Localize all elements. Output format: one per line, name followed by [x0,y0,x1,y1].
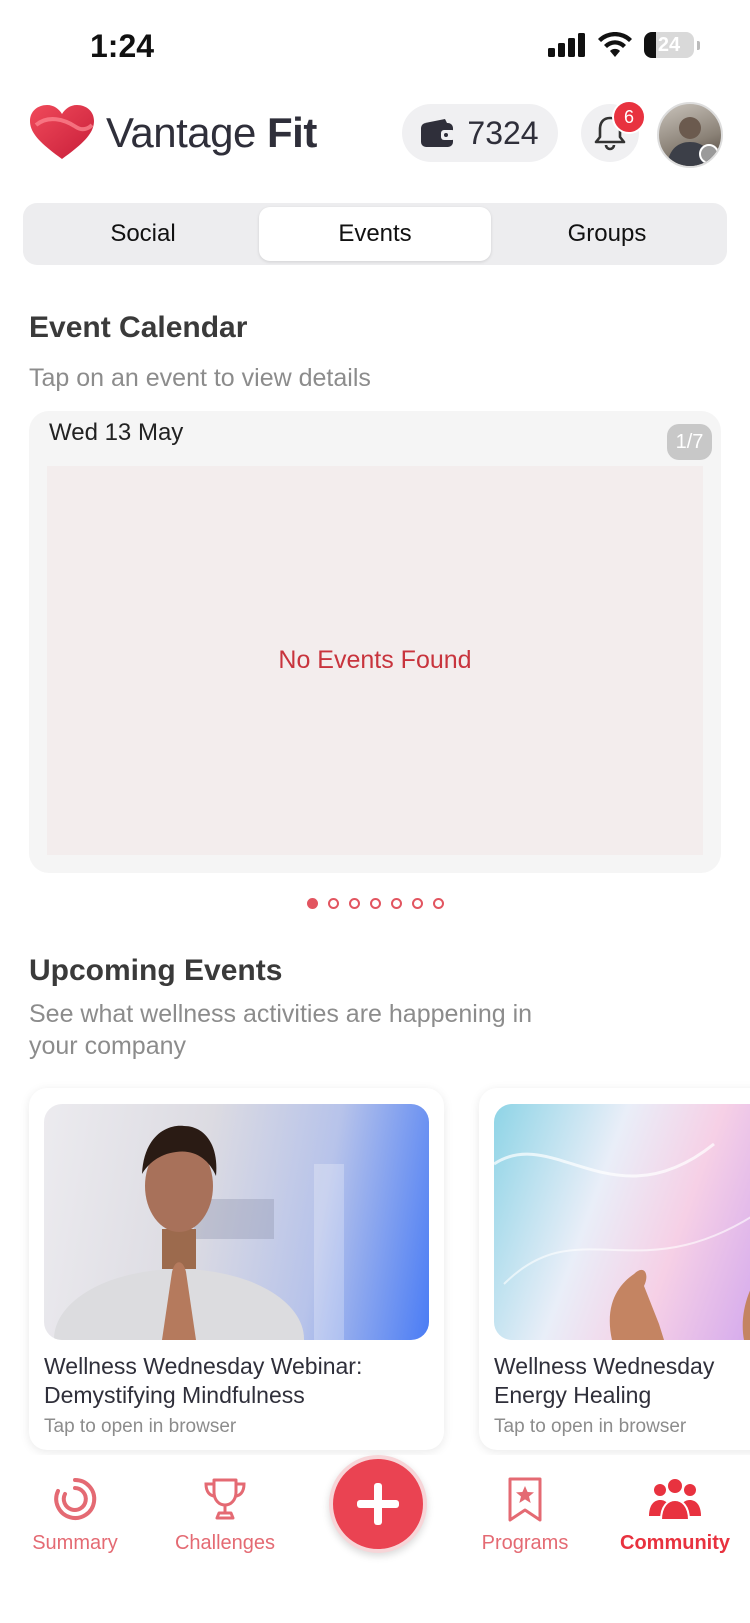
trophy-icon [204,1478,246,1520]
wallet-points: 7324 [467,114,539,151]
tab-events[interactable]: Events [259,207,491,261]
no-events-message: No Events Found [278,646,472,674]
heart-logo-icon [30,105,94,159]
tab-social[interactable]: Social [27,207,259,261]
plus-icon [357,1483,399,1525]
pagination-dot[interactable] [327,898,339,909]
status-icons: 24 [548,32,700,58]
nav-programs[interactable]: Programs [450,1476,600,1555]
pagination-dot[interactable] [390,898,402,909]
user-photo-icon [667,117,719,166]
wallet-icon [421,119,456,147]
upcoming-events-title: Upcoming Events [29,954,283,987]
nav-community[interactable]: Community [600,1476,750,1555]
nav-summary-label: Summary [32,1532,118,1554]
profile-avatar[interactable] [657,102,723,168]
brand-name: Vantage Fit [106,109,317,156]
event-image [44,1104,429,1340]
battery-icon: 24 [644,32,694,58]
section-tabs: Social Events Groups [23,203,727,265]
calendar-empty-state: No Events Found [47,466,703,855]
community-icon [649,1477,701,1521]
pagination-dot[interactable] [348,898,360,909]
wallet-points-button[interactable]: 7324 [402,104,558,162]
wifi-icon [598,32,632,57]
notification-badge: 6 [612,100,646,134]
pagination-dot[interactable] [306,898,318,909]
event-image [494,1104,750,1340]
event-action-hint: Tap to open in browser [494,1416,687,1437]
nav-programs-label: Programs [481,1532,569,1554]
pagination-dot[interactable] [369,898,381,909]
event-action-hint: Tap to open in browser [44,1416,237,1437]
event-card[interactable]: Wellness Wednesday Energy Healing Tap to… [479,1088,750,1450]
nav-challenges-label: Challenges [174,1532,276,1554]
tab-groups[interactable]: Groups [491,207,723,261]
event-calendar-subtitle: Tap on an event to view details [29,364,371,392]
event-title: Wellness Wednesday Webinar: Demystifying… [44,1353,363,1408]
nav-summary[interactable]: Summary [0,1476,150,1555]
pagination-dot[interactable] [432,898,444,909]
app-logo: Vantage Fit [30,105,317,161]
nav-community-label: Community [620,1532,730,1554]
event-title: Wellness Wednesday Energy Healing [494,1353,715,1408]
nav-challenges[interactable]: Challenges [150,1476,300,1555]
calendar-pagination [0,898,750,909]
cellular-signal-icon [548,33,585,57]
battery-level: 24 [657,33,681,56]
bookmark-star-icon [508,1477,542,1522]
event-card[interactable]: Wellness Wednesday Webinar: Demystifying… [29,1088,444,1450]
add-button[interactable] [329,1455,427,1553]
calendar-page-indicator: 1/7 [667,424,712,460]
event-calendar-title: Event Calendar [29,311,248,344]
pagination-dot[interactable] [411,898,423,909]
status-time: 1:24 [90,28,155,64]
upcoming-events-subtitle: See what wellness activities are happeni… [29,1000,533,1060]
summary-icon [54,1477,97,1520]
calendar-date: Wed 13 May [49,419,184,446]
